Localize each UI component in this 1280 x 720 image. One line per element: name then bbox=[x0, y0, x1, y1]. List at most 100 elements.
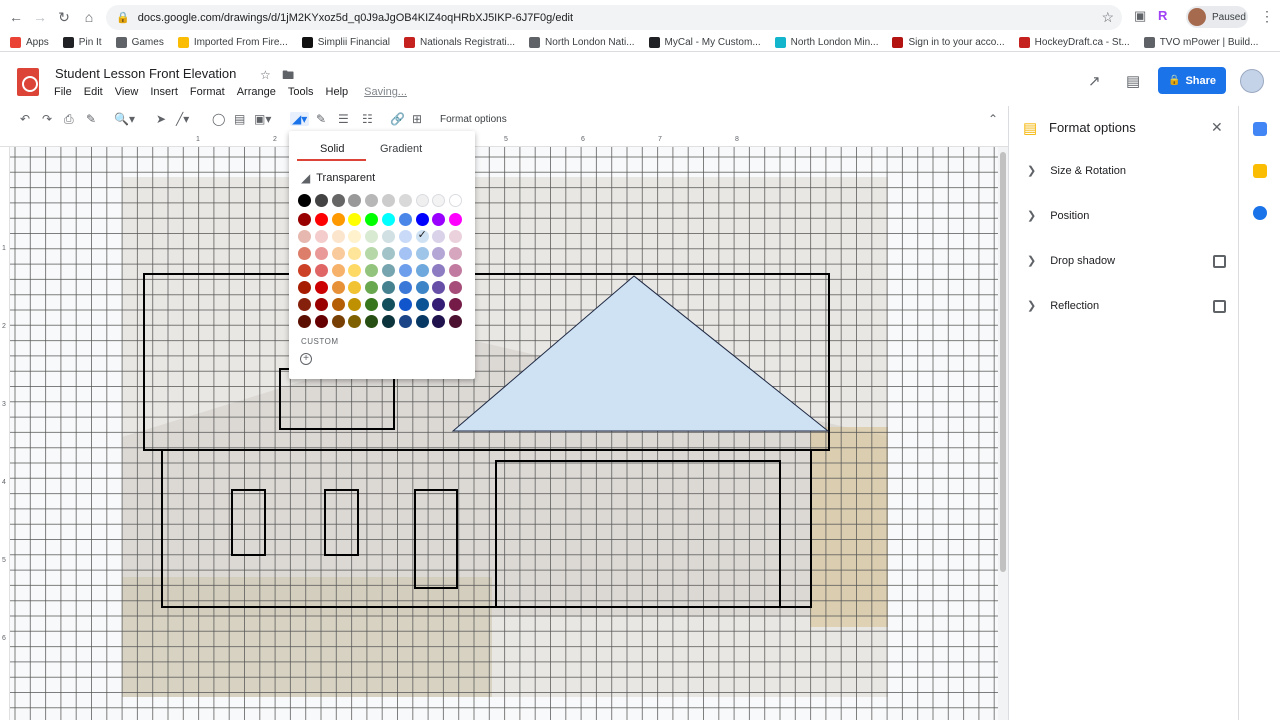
color-swatch[interactable] bbox=[398, 194, 412, 207]
color-swatch[interactable] bbox=[314, 281, 328, 294]
color-swatch[interactable] bbox=[348, 315, 362, 328]
panel-section-reflection[interactable]: ❯ Reflection bbox=[1027, 299, 1099, 313]
color-swatch[interactable] bbox=[449, 247, 463, 260]
save-status[interactable]: Saving... bbox=[364, 86, 407, 98]
color-swatch[interactable] bbox=[449, 230, 463, 243]
star-icon[interactable]: ☆ bbox=[260, 68, 271, 82]
color-swatch[interactable] bbox=[298, 247, 311, 260]
scrollbar-thumb[interactable] bbox=[1000, 152, 1006, 572]
menu-edit[interactable]: Edit bbox=[84, 86, 103, 98]
bookmark-item[interactable]: Simplii Financial bbox=[301, 37, 390, 48]
color-swatch[interactable] bbox=[314, 194, 328, 207]
tab-solid[interactable]: Solid bbox=[320, 143, 344, 155]
section-checkbox[interactable] bbox=[1213, 255, 1226, 268]
color-swatch[interactable] bbox=[298, 194, 311, 207]
bookmark-star-icon[interactable]: ☆ bbox=[1101, 9, 1114, 26]
link-icon[interactable]: 🔗 bbox=[390, 112, 405, 126]
address-bar[interactable]: 🔒 docs.google.com/drawings/d/1jM2KYxoz5d… bbox=[106, 5, 1122, 30]
color-swatch[interactable] bbox=[432, 213, 446, 226]
color-swatch[interactable] bbox=[432, 247, 446, 260]
color-swatch[interactable] bbox=[314, 213, 328, 226]
color-swatch[interactable] bbox=[415, 247, 429, 260]
bookmark-item[interactable]: Sign in to your acco... bbox=[892, 37, 1005, 48]
color-swatch[interactable] bbox=[415, 298, 429, 311]
border-dash-icon[interactable]: ☷ bbox=[362, 112, 373, 126]
bookmark-item[interactable]: Apps bbox=[10, 37, 49, 48]
color-swatch[interactable] bbox=[348, 264, 362, 277]
zoom-icon[interactable]: 🔍▾ bbox=[114, 112, 135, 126]
color-swatch[interactable] bbox=[398, 230, 412, 243]
color-swatch[interactable] bbox=[314, 230, 328, 243]
comments-icon[interactable]: ▤ bbox=[1126, 72, 1140, 90]
bookmark-item[interactable]: North London Min... bbox=[774, 37, 878, 48]
color-swatch[interactable] bbox=[331, 281, 345, 294]
color-swatch[interactable] bbox=[331, 194, 345, 207]
text-box-icon[interactable]: ▤ bbox=[234, 112, 245, 126]
bookmark-item[interactable]: HockeyDraft.ca - St... bbox=[1018, 37, 1130, 48]
color-swatch[interactable] bbox=[348, 298, 362, 311]
paint-format-icon[interactable]: ✎ bbox=[86, 112, 96, 126]
color-swatch[interactable] bbox=[415, 264, 429, 277]
color-swatch[interactable] bbox=[298, 213, 311, 226]
drawings-logo-icon[interactable] bbox=[17, 68, 39, 96]
forward-icon[interactable]: → bbox=[28, 5, 52, 29]
color-swatch[interactable] bbox=[365, 230, 379, 243]
drawing-canvas[interactable] bbox=[10, 147, 998, 720]
color-swatch[interactable] bbox=[449, 298, 463, 311]
menu-view[interactable]: View bbox=[115, 86, 139, 98]
bookmark-item[interactable]: Imported From Fire... bbox=[177, 37, 288, 48]
color-swatch[interactable] bbox=[432, 298, 446, 311]
color-swatch[interactable] bbox=[298, 264, 311, 277]
color-swatch[interactable] bbox=[449, 264, 463, 277]
bookmark-item[interactable]: North London Nati... bbox=[529, 37, 635, 48]
color-swatch[interactable] bbox=[331, 230, 345, 243]
comment-add-icon[interactable]: ⊞ bbox=[412, 112, 422, 126]
color-swatch[interactable] bbox=[432, 194, 446, 207]
color-swatch[interactable] bbox=[331, 247, 345, 260]
color-swatch[interactable] bbox=[348, 230, 362, 243]
panel-section-position[interactable]: ❯ Position bbox=[1027, 209, 1089, 223]
color-swatch[interactable] bbox=[382, 264, 395, 277]
color-swatch[interactable] bbox=[398, 298, 412, 311]
color-swatch[interactable] bbox=[331, 298, 345, 311]
border-weight-icon[interactable]: ☰ bbox=[338, 112, 349, 126]
color-swatch[interactable] bbox=[449, 213, 463, 226]
home-icon[interactable]: ⌂ bbox=[77, 5, 101, 29]
panel-section-drop-shadow[interactable]: ❯ Drop shadow bbox=[1027, 254, 1115, 268]
transparent-option[interactable]: ◢ Transparent bbox=[301, 171, 375, 185]
close-icon[interactable]: ✕ bbox=[1211, 119, 1223, 136]
color-swatch[interactable] bbox=[398, 213, 412, 226]
color-swatch[interactable] bbox=[348, 194, 362, 207]
redo-icon[interactable]: ↷ bbox=[42, 112, 52, 126]
color-swatch[interactable] bbox=[382, 298, 395, 311]
format-options-button[interactable]: Format options bbox=[440, 114, 507, 125]
tasks-icon[interactable] bbox=[1253, 206, 1267, 220]
border-color-icon[interactable]: ✎ bbox=[316, 112, 326, 126]
color-swatch[interactable] bbox=[382, 213, 395, 226]
color-swatch[interactable] bbox=[314, 298, 328, 311]
color-swatch[interactable] bbox=[432, 230, 446, 243]
color-swatch[interactable] bbox=[398, 247, 412, 260]
color-swatch[interactable] bbox=[415, 315, 429, 328]
color-swatch[interactable] bbox=[365, 298, 379, 311]
color-swatch[interactable] bbox=[449, 194, 463, 207]
select-icon[interactable]: ➤ bbox=[156, 112, 166, 126]
color-swatch[interactable] bbox=[382, 281, 395, 294]
panel-section-size-rotation[interactable]: ❯ Size & Rotation bbox=[1027, 164, 1126, 178]
color-swatch[interactable]: ✓ bbox=[415, 229, 429, 243]
bookmark-item[interactable]: Nationals Registrati... bbox=[403, 37, 515, 48]
color-swatch[interactable] bbox=[432, 281, 446, 294]
profile-initial-icon[interactable]: R bbox=[1158, 8, 1167, 23]
color-swatch[interactable] bbox=[298, 230, 311, 243]
line-icon[interactable]: ╱▾ bbox=[176, 112, 189, 126]
color-swatch[interactable] bbox=[314, 247, 328, 260]
menu-arrange[interactable]: Arrange bbox=[237, 86, 276, 98]
color-swatch[interactable] bbox=[365, 315, 379, 328]
bookmark-item[interactable]: Games bbox=[115, 37, 164, 48]
menu-tools[interactable]: Tools bbox=[288, 86, 314, 98]
color-swatch[interactable] bbox=[365, 213, 379, 226]
share-button[interactable]: 🔒 Share bbox=[1158, 67, 1226, 94]
color-swatch[interactable] bbox=[432, 264, 446, 277]
menu-file[interactable]: File bbox=[54, 86, 72, 98]
color-swatch[interactable] bbox=[298, 315, 311, 328]
